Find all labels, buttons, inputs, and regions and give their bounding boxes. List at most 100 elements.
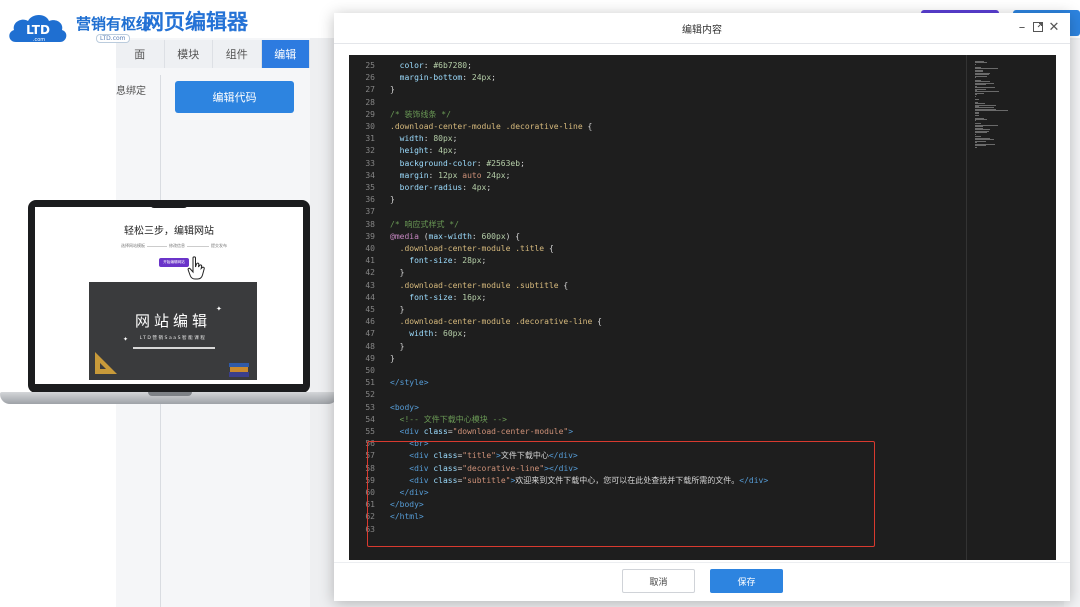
laptop-screen: 轻松三步，编辑网站 选择网站模板 修改信息 提交发布 开始编辑网站 网站编辑 L… — [35, 207, 303, 384]
code-line[interactable]: 32 height: 4px; — [349, 145, 964, 157]
minimap-line — [975, 98, 980, 100]
code-token: ; — [467, 61, 472, 70]
code-line[interactable]: 27} — [349, 84, 964, 96]
code-line[interactable]: 52 — [349, 389, 964, 401]
code-line[interactable]: 35 border-radius: 4px; — [349, 182, 964, 194]
code-token: /* 响应式样式 */ — [390, 219, 459, 229]
close-icon[interactable]: ✕ — [1047, 19, 1061, 35]
code-line[interactable]: 54 <!-- 文件下载中心模块 --> — [349, 414, 964, 426]
logo-url-tag: LTD.com — [96, 34, 130, 43]
code-line[interactable]: 50 — [349, 365, 964, 377]
maximize-icon[interactable] — [1031, 19, 1045, 35]
code-token: } — [390, 85, 395, 95]
code-line[interactable]: 30 .download-center-module .decorative-li… — [349, 121, 964, 133]
code-token: : — [423, 61, 434, 70]
code-line[interactable]: 36} — [349, 194, 964, 206]
code-token: ; — [505, 170, 511, 180]
minimap-line — [975, 145, 986, 147]
code-line[interactable]: 47 width: 60px; — [349, 328, 964, 340]
code-line[interactable]: 53 <body> — [349, 402, 964, 414]
line-number: 53 — [365, 402, 375, 412]
minimap-line — [975, 133, 976, 135]
line-number: 50 — [365, 366, 375, 375]
code-line[interactable]: 43 .download-center-module .subtitle { — [349, 280, 964, 292]
minimap-line — [975, 120, 976, 122]
code-token: 28px — [462, 256, 482, 266]
code-token: ; — [481, 292, 487, 302]
code-token: } — [390, 353, 395, 363]
code-token: 80px — [433, 134, 453, 144]
code-line[interactable]: 33 background-color: #2563eb; — [349, 158, 964, 170]
code-minimap[interactable] — [966, 55, 1056, 560]
code-line[interactable]: 42 } — [349, 267, 964, 279]
line-number: 32 — [365, 146, 375, 156]
line-number: 47 — [365, 329, 375, 339]
code-token: : — [433, 329, 443, 339]
laptop-notch — [150, 200, 188, 208]
code-line[interactable]: 29 /* 装饰线条 */ — [349, 109, 964, 121]
code-token: { — [592, 317, 602, 327]
code-line[interactable]: 45 } — [349, 304, 964, 316]
code-line[interactable]: 55 <div class="download-center-module"> — [349, 426, 964, 438]
code-line[interactable]: 41 font-size: 28px; — [349, 255, 964, 267]
minimap-line — [975, 146, 977, 148]
minimap-line — [975, 76, 976, 78]
cancel-button[interactable]: 取消 — [622, 569, 695, 593]
minimap-line — [975, 63, 976, 65]
laptop-preview: 轻松三步，编辑网站 选择网站模板 修改信息 提交发布 开始编辑网站 网站编辑 L… — [0, 200, 340, 406]
code-token: 12px — [438, 170, 458, 180]
code-token: <div — [390, 427, 424, 436]
code-line[interactable]: 46 .download-center-module .decorative-l… — [349, 316, 964, 328]
line-number: 38 — [365, 219, 375, 229]
logo-text: 营销有枢纽 — [76, 15, 152, 33]
code-token: : — [471, 231, 482, 241]
line-number: 29 — [365, 109, 375, 119]
code-line[interactable]: 49} — [349, 353, 964, 365]
code-token: .download-center-module .title — [390, 244, 545, 253]
code-line[interactable]: 39 @media (max-width: 600px) { — [349, 231, 964, 243]
code-line[interactable]: 25 color: #6b7280; — [349, 60, 964, 72]
code-line[interactable]: 26 margin-bottom: 24px; — [349, 72, 964, 84]
code-line[interactable]: 48 } — [349, 341, 964, 353]
code-line[interactable]: 40 .download-center-module .title { — [349, 243, 964, 255]
code-line[interactable]: 51 </style> — [349, 377, 964, 389]
tab-edit[interactable]: 编辑 — [261, 40, 310, 68]
minimap-line — [975, 75, 987, 77]
code-line[interactable]: 44 font-size: 16px; — [349, 292, 964, 304]
highlight-annotation-box — [367, 441, 875, 547]
save-button[interactable]: 保存 — [710, 569, 783, 593]
code-token: > — [568, 427, 574, 436]
code-token: auto — [457, 170, 487, 180]
code-token: : — [428, 170, 439, 180]
code-token: ; — [481, 256, 487, 266]
line-number: 28 — [365, 97, 375, 107]
code-line[interactable]: 28 — [349, 97, 964, 109]
code-line[interactable]: 31 width: 80px; — [349, 133, 964, 145]
minimap-line — [975, 88, 986, 90]
laptop-base-notch — [148, 392, 192, 396]
edit-content-dialog: 编辑内容 – ✕ 25 color: #6b7280; 26 margin-bot… — [334, 13, 1070, 601]
minimap-line — [975, 119, 988, 120]
edit-code-button[interactable]: 编辑代码 — [175, 81, 294, 113]
dialog-footer-divider — [334, 562, 1070, 563]
code-editor[interactable]: 25 color: #6b7280; 26 margin-bottom: 24px… — [349, 55, 1056, 560]
books-icon — [229, 363, 249, 377]
code-token: 60px — [443, 329, 463, 339]
code-line[interactable]: 34 margin: 12px auto 24px; — [349, 170, 964, 182]
code-line[interactable]: 38 /* 响应式样式 */ — [349, 219, 964, 231]
step-connector — [187, 246, 209, 247]
code-line[interactable]: 37 — [349, 206, 964, 218]
cloud-logo-icon: LTD .com — [9, 15, 67, 43]
line-number: 42 — [365, 268, 375, 278]
line-number: 27 — [365, 85, 375, 95]
hand-cursor-icon — [187, 256, 205, 280]
minimize-icon[interactable]: – — [1015, 19, 1029, 35]
logo-mark-subtext: .com — [33, 37, 45, 43]
line-number: 45 — [365, 305, 375, 314]
app-title: 网页编辑器 — [143, 10, 248, 34]
code-token: color — [390, 61, 424, 70]
code-token: : — [423, 134, 434, 144]
sparkle-icon: ✦ — [216, 305, 222, 313]
code-token: height — [390, 146, 429, 156]
line-number: 30 — [365, 122, 375, 131]
